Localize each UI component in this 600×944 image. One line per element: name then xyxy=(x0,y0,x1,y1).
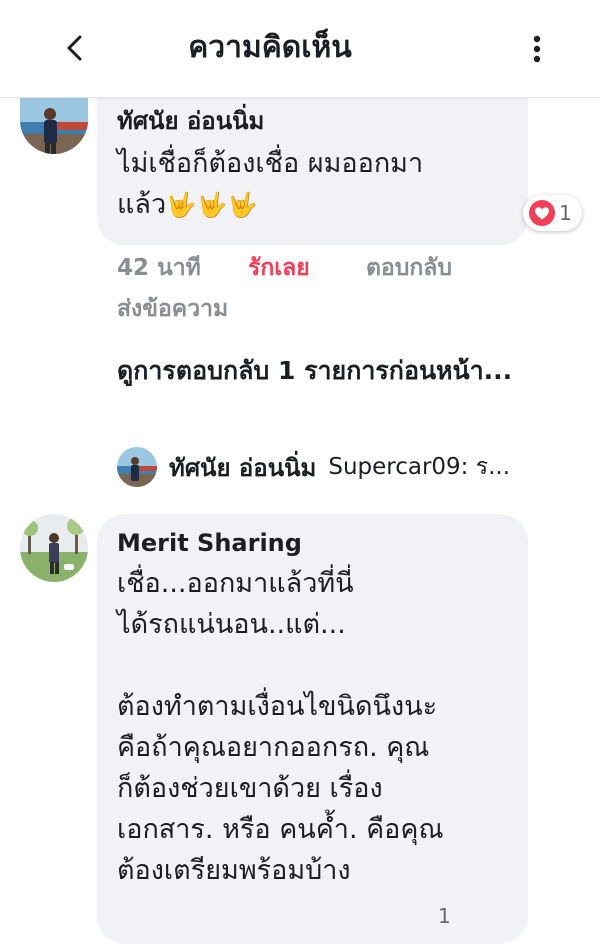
more-options-button[interactable] xyxy=(522,30,552,70)
reply-preview[interactable]: ทัศนัย อ่อนนิ่ม Supercar09: ร... xyxy=(117,447,510,487)
love-button[interactable]: รักเลย xyxy=(248,252,310,284)
reaction-badge[interactable]: 1 xyxy=(523,195,582,231)
comment-text-body: ไม่เชื่อก็ต้องเชื่อ ผมออกมา แล้ว xyxy=(117,148,424,220)
more-vertical-icon xyxy=(533,35,541,63)
comment-text: ไม่เชื่อก็ต้องเชื่อ ผมออกมา แล้ว🤟🤟🤟 xyxy=(117,143,517,226)
comment-author[interactable]: Merit Sharing xyxy=(117,528,302,558)
top-bar: ความคิดเห็น xyxy=(0,0,600,98)
page-title: ความคิดเห็น xyxy=(188,30,352,65)
reply-preview-text: Supercar09: ร... xyxy=(328,454,511,480)
comment-author[interactable]: ทัศนัย อ่อนนิ่ม xyxy=(117,106,264,136)
avatar[interactable] xyxy=(20,514,88,582)
reaction-count[interactable]: 1 xyxy=(438,904,451,928)
rock-on-emoji: 🤟🤟🤟 xyxy=(166,191,259,219)
comment-time[interactable]: 42 นาที xyxy=(117,252,201,284)
reaction-count: 1 xyxy=(559,201,572,225)
avatar[interactable] xyxy=(20,92,88,154)
heart-icon xyxy=(529,200,555,226)
reply-button[interactable]: ตอบกลับ xyxy=(366,252,452,284)
reply-preview-author: ทัศนัย อ่อนนิ่ม xyxy=(169,453,317,482)
send-message-button[interactable]: ส่งข้อความ xyxy=(117,293,228,325)
reply-avatar xyxy=(117,447,157,487)
view-previous-replies-link[interactable]: ดูการตอบกลับ 1 รายการก่อนหน้า... xyxy=(117,350,537,392)
comment-text: เชื่อ...ออกมาแล้วที่นี่ ได้รถแน่นอน..แต่… xyxy=(117,568,444,886)
